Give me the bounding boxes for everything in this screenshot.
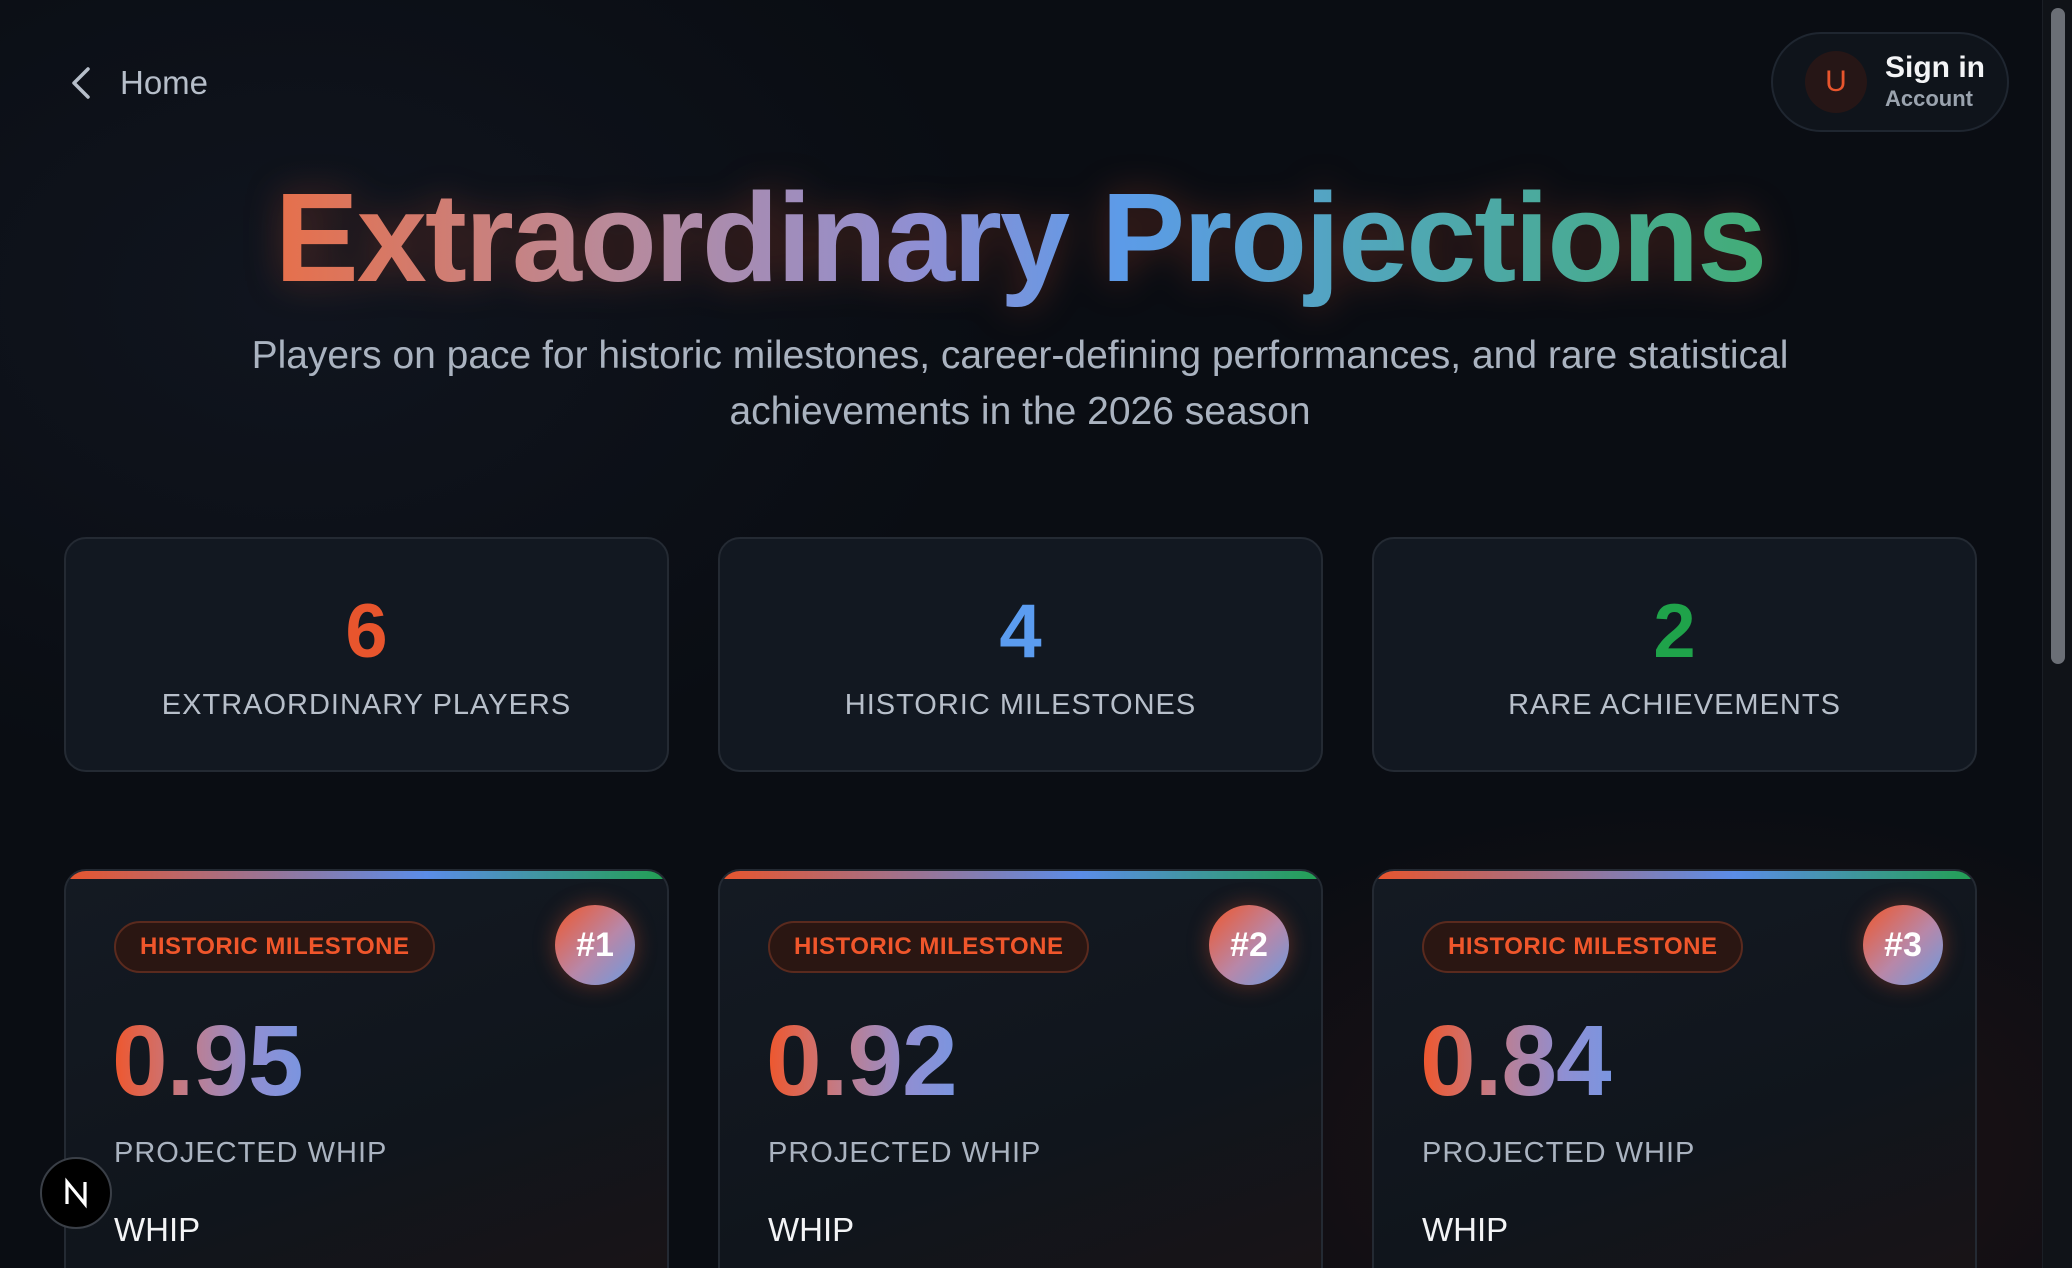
card-accent-bar [720, 871, 1321, 879]
stat-card-rare-achievements: 2 RARE ACHIEVEMENTS [1372, 537, 1977, 772]
projected-value: 0.95 [112, 1001, 304, 1121]
avatar: U [1805, 51, 1867, 113]
projected-value: 0.92 [766, 1001, 958, 1121]
dev-tools-button[interactable] [40, 1157, 112, 1229]
stat-value: 6 [345, 589, 388, 674]
stat-label: RARE ACHIEVEMENTS [1508, 689, 1841, 721]
chevron-left-icon [72, 67, 90, 99]
stat-name: WHIP [1422, 1211, 1509, 1248]
stat-card-historic-milestones: 4 HISTORIC MILESTONES [718, 537, 1323, 772]
page-title: Extraordinary Projections [0, 168, 2040, 308]
stat-label: EXTRAORDINARY PLAYERS [161, 689, 572, 721]
account-label: Account [1885, 86, 1973, 111]
scrollbar[interactable] [2042, 0, 2072, 1268]
projected-value: 0.84 [1420, 1001, 1612, 1121]
n-logo-icon [65, 1177, 87, 1209]
milestone-badge: HISTORIC MILESTONE [114, 921, 436, 973]
milestone-badge: HISTORIC MILESTONE [1422, 921, 1744, 973]
scrollbar-thumb[interactable] [2051, 8, 2065, 664]
card-accent-bar [1374, 871, 1975, 879]
stat-label: HISTORIC MILESTONES [844, 689, 1197, 721]
stat-value: 4 [999, 589, 1042, 674]
rank-badge: #2 [1209, 905, 1289, 985]
projection-card-2[interactable]: HISTORIC MILESTONE #2 0.92 PROJECTED WHI… [718, 869, 1323, 1268]
sign-in-label: Sign in [1885, 51, 1985, 84]
back-home-link[interactable]: Home [70, 64, 208, 102]
milestone-badge: HISTORIC MILESTONE [768, 921, 1090, 973]
page-subtitle: Players on pace for historic milestones,… [251, 334, 1789, 433]
rank-badge: #1 [555, 905, 635, 985]
back-home-label: Home [120, 64, 209, 101]
account-sign-in-button[interactable]: U Sign in Account [1771, 32, 2009, 132]
card-accent-bar [66, 871, 667, 879]
projection-card-3[interactable]: HISTORIC MILESTONE #3 0.84 PROJECTED WHI… [1372, 869, 1977, 1268]
projected-label: PROJECTED WHIP [768, 1137, 1042, 1169]
stat-name: WHIP [114, 1211, 201, 1248]
stat-value: 2 [1653, 589, 1696, 674]
page: Home U Sign in Account Extraordinary Pro… [0, 0, 2072, 1268]
rank-badge: #3 [1863, 905, 1943, 985]
stat-name: WHIP [768, 1211, 855, 1248]
projected-label: PROJECTED WHIP [1422, 1137, 1696, 1169]
projected-label: PROJECTED WHIP [114, 1137, 388, 1169]
projection-card-1[interactable]: HISTORIC MILESTONE #1 0.95 PROJECTED WHI… [64, 869, 669, 1268]
stat-card-extraordinary-players: 6 EXTRAORDINARY PLAYERS [64, 537, 669, 772]
